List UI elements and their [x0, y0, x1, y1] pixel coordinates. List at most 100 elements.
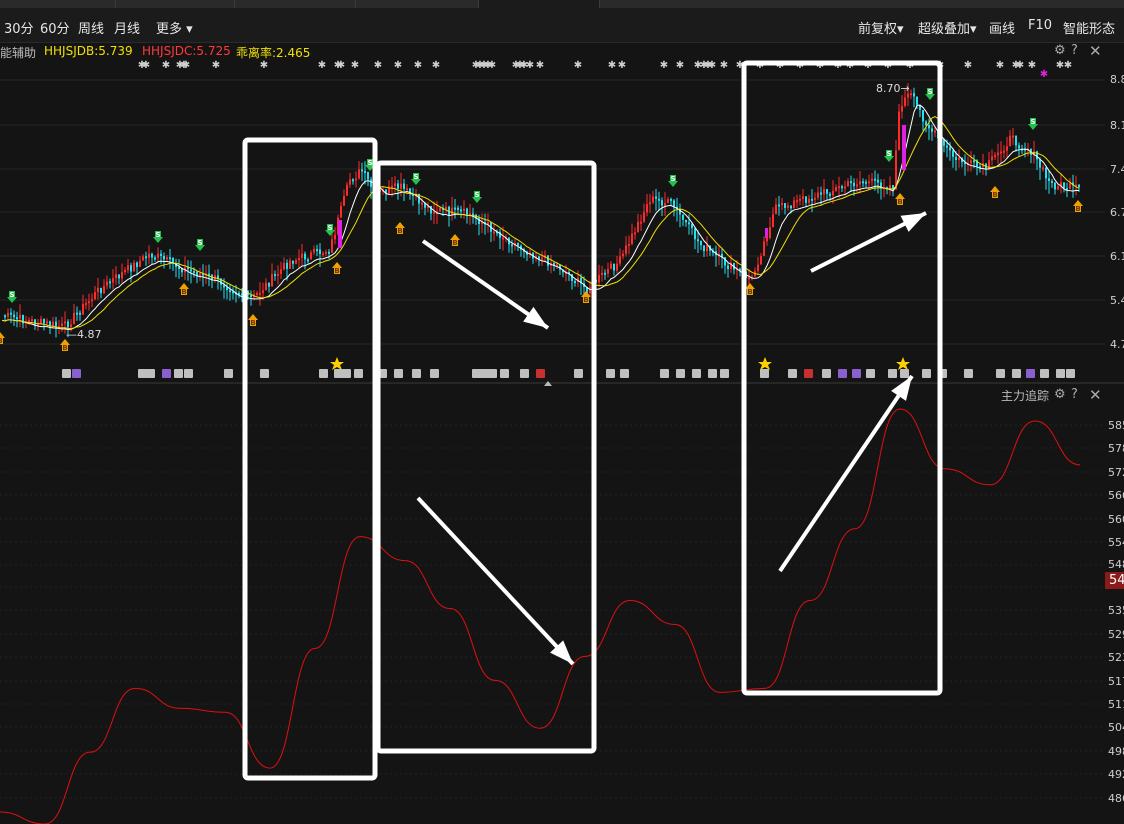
candle — [163, 255, 165, 260]
candle — [910, 93, 912, 96]
candle — [865, 181, 867, 184]
candle — [466, 208, 468, 215]
annotation-arrowhead — [891, 376, 912, 401]
event-marker-icon: ✱ — [318, 60, 326, 71]
info-marker — [472, 369, 481, 378]
candle — [136, 262, 138, 267]
candle — [88, 301, 90, 304]
info-marker — [1066, 369, 1075, 378]
event-marker-icon: ✱ — [1040, 69, 1048, 80]
candle — [700, 240, 702, 246]
candle — [874, 178, 876, 181]
info-marker — [708, 369, 717, 378]
candle — [289, 260, 291, 269]
candle — [325, 251, 327, 254]
candle — [358, 169, 360, 179]
candle — [169, 257, 171, 260]
candle — [112, 278, 114, 283]
candle — [100, 287, 102, 294]
candle — [271, 274, 273, 287]
info-marker — [804, 369, 813, 378]
sell-signal-label: S — [197, 239, 202, 247]
candle — [361, 169, 363, 172]
candle — [463, 208, 465, 211]
buy-signal-label: B — [0, 337, 3, 345]
ma-slow-line — [1, 115, 1080, 330]
candle — [796, 200, 798, 203]
annotation-box — [375, 160, 597, 754]
event-marker-icon: ✱ — [414, 60, 422, 71]
info-marker — [334, 369, 343, 378]
info-marker — [852, 369, 861, 378]
candle — [826, 189, 828, 194]
candle — [265, 282, 267, 291]
candle — [454, 207, 456, 210]
info-marker — [1040, 369, 1049, 378]
candle — [445, 206, 447, 210]
candle — [727, 265, 729, 269]
info-marker — [838, 369, 847, 378]
candle — [661, 200, 663, 206]
candle — [109, 281, 111, 284]
candle — [313, 249, 315, 253]
candle — [637, 221, 639, 233]
sub-indicator-line — [0, 408, 1081, 824]
candle — [55, 321, 57, 327]
candle — [433, 211, 435, 214]
candle — [229, 290, 231, 293]
buy-signal-label: B — [583, 296, 588, 304]
candle — [64, 321, 66, 324]
info-marker — [162, 369, 171, 378]
candle — [628, 243, 630, 246]
candle — [46, 321, 48, 324]
candle — [1006, 146, 1008, 151]
info-marker — [692, 369, 701, 378]
buy-signal-label: B — [334, 267, 339, 275]
info-marker — [888, 369, 897, 378]
candle — [1000, 151, 1002, 154]
candle — [85, 302, 87, 305]
candle — [844, 186, 846, 189]
candle — [649, 202, 651, 205]
candle — [772, 214, 774, 228]
sell-signal-label: S — [1030, 118, 1035, 126]
candle — [694, 228, 696, 240]
candle — [541, 257, 543, 260]
buy-signal-label: B — [62, 344, 67, 352]
event-marker-icon: ✱ — [720, 60, 728, 71]
candle — [916, 96, 918, 105]
candle — [589, 287, 591, 294]
chart-canvas[interactable]: BBBBBBBBBBBBSSSSSSSSSSS✱✱✱✱✱✱✱✱✱✱✱✱✱✱✱✱✱… — [0, 0, 1124, 824]
candle — [619, 256, 621, 264]
candle — [52, 321, 54, 327]
event-marker-icon: ✱ — [526, 60, 534, 71]
info-marker — [62, 369, 71, 378]
candle — [856, 184, 858, 187]
buy-signal-label: B — [897, 198, 902, 206]
sell-signal-label: S — [367, 159, 372, 167]
candle — [19, 314, 21, 319]
candle — [1009, 135, 1011, 147]
candle — [832, 190, 834, 196]
candle — [103, 285, 105, 294]
candle — [391, 185, 393, 188]
candle — [367, 171, 369, 180]
candle — [877, 179, 879, 183]
candle — [13, 314, 15, 318]
candle — [868, 181, 870, 184]
event-marker-icon: ✱ — [432, 60, 440, 71]
info-marker — [822, 369, 831, 378]
candle — [1042, 167, 1044, 170]
candle — [310, 252, 312, 260]
annotation-arrowhead — [900, 213, 926, 232]
candle — [166, 257, 168, 260]
info-marker — [1012, 369, 1021, 378]
candle — [898, 111, 900, 151]
info-marker — [354, 369, 363, 378]
candle — [280, 269, 282, 274]
candle — [847, 181, 849, 187]
event-marker-icon: ✱ — [337, 60, 345, 71]
candle — [601, 272, 603, 275]
candle — [670, 198, 672, 201]
candle — [307, 259, 309, 262]
